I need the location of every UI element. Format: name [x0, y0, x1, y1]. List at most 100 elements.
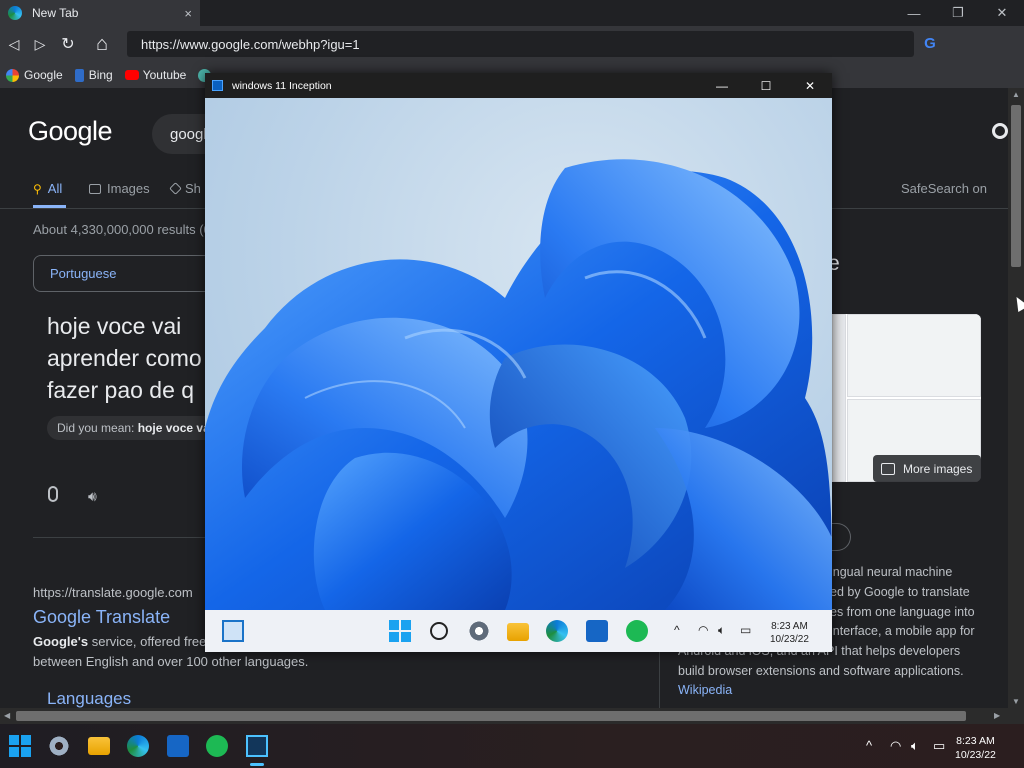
address-bar[interactable]: https://www.google.com/webhp?igu=1 — [127, 31, 914, 57]
browser-close-button[interactable]: ✕ — [980, 0, 1024, 26]
tab-close-icon[interactable]: × — [184, 6, 192, 21]
scroll-right-icon[interactable]: ▶ — [994, 711, 1000, 720]
vm-title: windows 11 Inception — [232, 79, 332, 92]
host-vm-app-icon[interactable] — [246, 735, 268, 757]
host-edge-icon[interactable] — [127, 735, 149, 757]
back-button[interactable]: ◁ — [3, 33, 25, 55]
tab-all[interactable]: ⚲ All — [33, 181, 62, 196]
horizontal-scroll-thumb[interactable] — [16, 711, 966, 721]
kp-desc-line: build browser extensions and software ap… — [678, 663, 964, 678]
image-icon — [881, 462, 895, 475]
result-title-link[interactable]: Google Translate — [33, 607, 170, 628]
wikipedia-link[interactable]: Wikipedia — [678, 683, 732, 697]
did-you-mean-label: Did you mean: — [57, 421, 135, 435]
vm-start-icon[interactable] — [389, 620, 411, 642]
vm-clock[interactable]: 8:23 AM 10/23/22 — [770, 620, 809, 646]
host-start-icon[interactable] — [9, 735, 31, 757]
scroll-down-icon[interactable]: ▼ — [1012, 697, 1020, 706]
tab-shopping-label: Sh — [185, 181, 201, 196]
result-url[interactable]: https://translate.google.com — [33, 585, 193, 600]
tab-title: New Tab — [32, 6, 79, 20]
microphone-icon[interactable] — [48, 486, 58, 502]
address-bar-url: https://www.google.com/webhp?igu=1 — [141, 36, 360, 52]
vm-spotify-icon[interactable] — [626, 620, 648, 642]
vm-close-button[interactable]: ✕ — [788, 73, 832, 98]
google-search-badge-icon[interactable]: G — [921, 34, 939, 52]
result-snippet-line1: service, offered free — [91, 634, 207, 649]
host-battery-icon[interactable]: ▭ — [933, 738, 945, 754]
bookmark-bing[interactable]: Bing — [74, 68, 113, 82]
vm-store-icon[interactable] — [586, 620, 608, 642]
google-logo[interactable]: Google — [28, 116, 113, 147]
result-snippet-bold: Google's — [33, 634, 89, 649]
home-button[interactable]: ⌂ — [91, 33, 113, 55]
vm-app-icon — [212, 80, 223, 91]
bookmark-label: Google — [24, 68, 63, 82]
results-count: About 4,330,000,000 results (0. — [33, 222, 215, 237]
vm-clock-time: 8:23 AM — [771, 621, 808, 632]
google-favicon-icon — [6, 68, 19, 82]
scroll-up-icon[interactable]: ▲ — [1012, 90, 1020, 99]
did-you-mean-suggestion[interactable]: Did you mean: hoje voce va — [47, 416, 207, 440]
vertical-scroll-thumb[interactable] — [1011, 105, 1021, 267]
translate-source-text[interactable]: hoje voce vai aprender como fazer pao de… — [47, 310, 217, 406]
translate-divider — [33, 537, 205, 538]
tab-all-label: All — [47, 181, 63, 196]
edge-icon — [8, 6, 22, 20]
source-language-label: Portuguese — [50, 266, 117, 281]
tab-shopping[interactable]: Sh — [169, 181, 201, 196]
result-sublink-languages[interactable]: Languages — [47, 689, 131, 709]
vm-edge-icon[interactable] — [546, 620, 568, 642]
bookmark-label: Youtube — [142, 68, 187, 82]
host-active-app-indicator — [250, 763, 264, 766]
host-volume-icon[interactable]: 🔈︎ — [911, 738, 919, 754]
vm-volume-icon[interactable]: 🔈︎ — [718, 623, 725, 638]
vm-widgets-icon[interactable] — [222, 620, 244, 642]
host-tray-overflow-icon[interactable]: ^ — [866, 738, 872, 753]
vm-wifi-icon[interactable]: ◠ — [698, 623, 708, 637]
settings-gear-icon[interactable] — [992, 123, 1008, 139]
bing-favicon-icon — [74, 68, 84, 82]
host-clock[interactable]: 8:23 AM 10/23/22 — [955, 734, 996, 762]
did-you-mean-value: hoje voce va — [137, 421, 207, 435]
vm-maximize-button[interactable]: ☐ — [744, 73, 788, 98]
vm-search-icon[interactable] — [430, 622, 448, 640]
search-icon: ⚲ — [33, 181, 42, 196]
host-clock-time: 8:23 AM — [956, 735, 995, 747]
host-wifi-icon[interactable]: ◠ — [890, 738, 901, 754]
vm-minimize-button[interactable]: — — [700, 73, 744, 98]
bookmark-label: Bing — [88, 68, 113, 82]
safesearch-status[interactable]: SafeSearch on — [901, 181, 987, 196]
image-icon — [89, 183, 101, 194]
source-language-selector[interactable]: Portuguese — [33, 255, 213, 292]
host-file-explorer-icon[interactable] — [88, 737, 110, 755]
forward-button[interactable]: ▷ — [29, 33, 51, 55]
kp-image-thumb[interactable] — [832, 314, 846, 482]
host-store-icon[interactable] — [167, 735, 189, 757]
tab-images[interactable]: Images — [89, 181, 150, 196]
vm-battery-icon[interactable]: ▭ — [740, 623, 751, 637]
host-settings-gear-icon[interactable] — [48, 735, 70, 757]
bookmark-google[interactable]: Google — [6, 68, 63, 82]
more-images-label: More images — [903, 461, 973, 476]
windows-bloom-wallpaper — [205, 159, 832, 610]
vm-clock-date: 10/23/22 — [770, 634, 809, 645]
host-clock-date: 10/23/22 — [955, 749, 996, 761]
vm-tray-overflow-icon[interactable]: ^ — [674, 623, 680, 637]
refresh-button[interactable]: ↻ — [57, 33, 79, 55]
result-snippet-line2: between English and over 100 other langu… — [33, 654, 309, 669]
host-spotify-icon[interactable] — [206, 735, 228, 757]
youtube-favicon-icon — [124, 70, 139, 80]
more-images-button[interactable]: More images — [873, 455, 981, 482]
browser-restore-button[interactable]: ❐ — [936, 0, 980, 26]
vm-settings-gear-icon[interactable] — [468, 620, 490, 642]
tag-icon — [169, 182, 182, 195]
vm-desktop-wallpaper[interactable] — [205, 98, 832, 610]
kp-image-thumb[interactable] — [847, 314, 981, 397]
speaker-icon[interactable]: 🔊︎ — [88, 488, 97, 505]
bookmark-youtube[interactable]: Youtube — [124, 68, 187, 82]
browser-minimize-button[interactable]: — — [892, 0, 936, 26]
tab-new-tab[interactable]: New Tab × — [0, 0, 200, 26]
vm-file-explorer-icon[interactable] — [507, 623, 529, 641]
scroll-left-icon[interactable]: ◀ — [4, 711, 10, 720]
